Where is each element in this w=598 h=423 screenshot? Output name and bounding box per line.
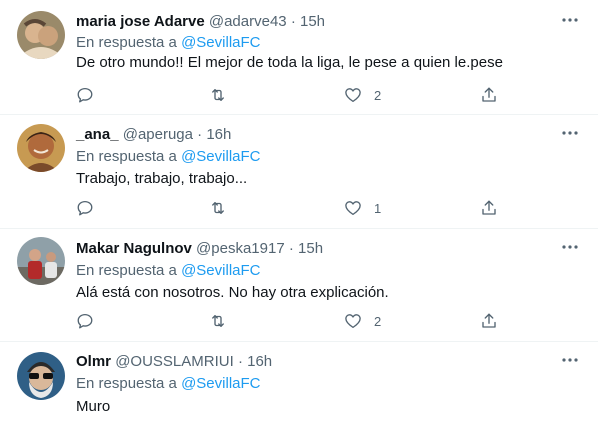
author-name[interactable]: Olmr (76, 353, 111, 370)
retweet-icon (212, 315, 224, 327)
author-name[interactable]: _ana_ (76, 126, 119, 143)
like-count: 1 (374, 200, 382, 216)
share-icon (482, 200, 496, 215)
action-bar: 2 (76, 311, 500, 331)
reply-prefix: En respuesta a (76, 148, 182, 165)
retweet-icon (212, 89, 224, 101)
tweet-1[interactable]: maria jose Adarve @adarve43 · 15h En res… (0, 0, 598, 115)
tweet-text: Alá está con nosotros. No hay otra expli… (76, 284, 389, 301)
author-handle[interactable]: @OUSSLAMRIUI (115, 353, 234, 370)
more-options-button[interactable] (560, 350, 580, 370)
retweet-button[interactable] (208, 311, 228, 331)
separator-dot: · (237, 353, 243, 370)
action-bar: 1 (76, 198, 500, 218)
author-name[interactable]: Makar Nagulnov (76, 240, 192, 257)
share-button[interactable] (480, 198, 498, 218)
tweet-text: Trabajo, trabajo, trabajo... (76, 170, 248, 187)
tweet-2[interactable]: _ana_ @aperuga · 16h En respuesta a @Sev… (0, 115, 598, 229)
timestamp[interactable]: 16h (247, 353, 272, 370)
tweet-header: maria jose Adarve @adarve43 · 15h (76, 12, 558, 32)
like-icon (345, 88, 361, 103)
more-icon (562, 245, 578, 249)
reply-mention-link[interactable]: @SevillaFC (181, 148, 260, 165)
reply-context: En respuesta a @SevillaFC (76, 374, 261, 394)
more-icon (562, 18, 578, 22)
more-options-button[interactable] (560, 123, 580, 143)
tweet-4[interactable]: Olmr @OUSSLAMRIUI · 16h En respuesta a @… (0, 342, 598, 423)
reply-prefix: En respuesta a (76, 375, 182, 392)
author-handle[interactable]: @peska1917 (196, 240, 285, 257)
like-button[interactable]: 2 (344, 311, 381, 331)
like-count: 2 (374, 313, 382, 329)
reply-button[interactable] (76, 85, 94, 105)
reply-mention-link[interactable]: @SevillaFC (181, 262, 260, 279)
author-handle[interactable]: @aperuga (123, 126, 193, 143)
reply-prefix: En respuesta a (76, 34, 182, 51)
reply-icon (77, 313, 93, 329)
author-handle[interactable]: @adarve43 (209, 13, 287, 30)
reply-mention-link[interactable]: @SevillaFC (181, 34, 260, 51)
retweet-icon (212, 202, 224, 214)
separator-dot: · (288, 240, 294, 257)
reply-button[interactable] (76, 311, 94, 331)
avatar[interactable] (17, 352, 65, 400)
tweet-header: _ana_ @aperuga · 16h (76, 125, 558, 145)
more-icon (562, 131, 578, 135)
like-icon (345, 201, 361, 216)
action-bar: 2 (76, 85, 500, 105)
reply-context: En respuesta a @SevillaFC (76, 147, 261, 167)
tweet-3[interactable]: Makar Nagulnov @peska1917 · 15h En respu… (0, 229, 598, 342)
author-name[interactable]: maria jose Adarve (76, 13, 205, 30)
reply-context: En respuesta a @SevillaFC (76, 261, 261, 281)
retweet-button[interactable] (208, 85, 228, 105)
share-button[interactable] (480, 85, 498, 105)
reply-icon (77, 200, 93, 216)
like-count: 2 (374, 87, 382, 103)
reply-button[interactable] (76, 198, 94, 218)
reply-prefix: En respuesta a (76, 262, 182, 279)
reply-icon (77, 87, 93, 103)
avatar[interactable] (17, 237, 65, 285)
timestamp[interactable]: 15h (298, 240, 323, 257)
like-button[interactable]: 1 (344, 198, 381, 218)
tweet-header: Makar Nagulnov @peska1917 · 15h (76, 239, 558, 259)
avatar[interactable] (17, 11, 65, 59)
more-options-button[interactable] (560, 237, 580, 257)
like-icon (345, 314, 361, 329)
reply-context: En respuesta a @SevillaFC (76, 33, 261, 53)
more-options-button[interactable] (560, 10, 580, 30)
separator-dot: · (290, 13, 296, 30)
share-button[interactable] (480, 311, 498, 331)
tweet-text: Muro (76, 398, 111, 415)
tweet-text: De otro mundo!! El mejor de toda la liga… (76, 54, 503, 71)
separator-dot: · (197, 126, 203, 143)
like-button[interactable]: 2 (344, 85, 381, 105)
share-icon (482, 313, 496, 328)
reply-mention-link[interactable]: @SevillaFC (181, 375, 260, 392)
tweet-header: Olmr @OUSSLAMRIUI · 16h (76, 352, 558, 372)
share-icon (482, 87, 496, 102)
avatar[interactable] (17, 124, 65, 172)
retweet-button[interactable] (208, 198, 228, 218)
timestamp[interactable]: 16h (206, 126, 231, 143)
timestamp[interactable]: 15h (300, 13, 325, 30)
more-icon (562, 358, 578, 362)
